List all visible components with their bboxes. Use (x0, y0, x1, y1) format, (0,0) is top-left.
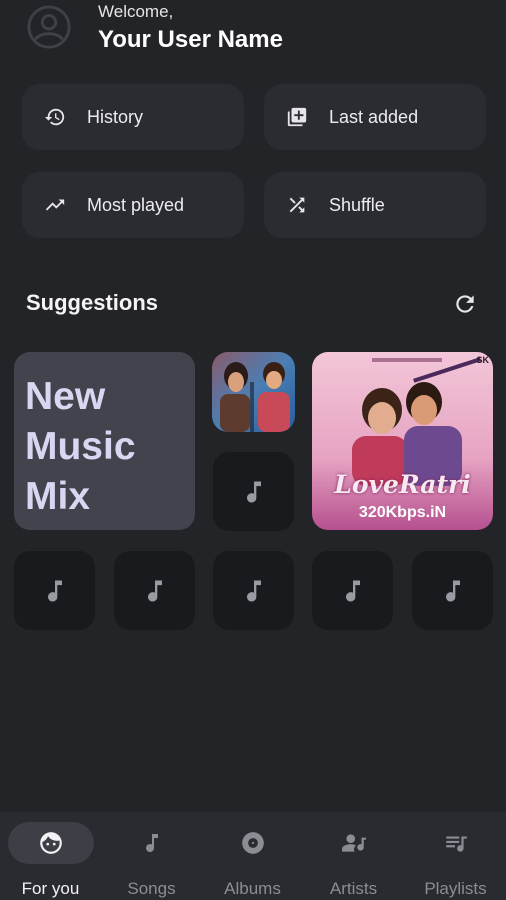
music-note-icon (445, 580, 460, 602)
nav-label-playlists: Playlists (424, 879, 487, 898)
album-art-1[interactable] (212, 352, 295, 432)
music-note-icon (246, 481, 261, 503)
nav-songs[interactable]: Songs (101, 812, 202, 900)
song-tile[interactable] (114, 551, 195, 630)
face-icon (7, 822, 94, 864)
music-note-icon (246, 580, 261, 602)
shuffle-button[interactable]: Shuffle (264, 172, 486, 238)
account-circle-icon[interactable] (26, 4, 72, 50)
last-added-label: Last added (329, 106, 419, 127)
album-art-2[interactable]: LoveRatri 320Kbps.iN SK (312, 352, 493, 530)
nav-label-artists: Artists (329, 879, 378, 898)
nav-albums[interactable]: Albums (202, 812, 303, 900)
nav-label-songs: Songs (127, 879, 176, 898)
album-title-text: LoveRatri (334, 470, 471, 499)
suggestions-title: Suggestions (26, 290, 159, 315)
new-music-mix-card[interactable]: New Music Mix (14, 352, 195, 530)
most-played-label: Most played (87, 194, 185, 215)
music-note-icon (147, 580, 162, 602)
refresh-icon[interactable] (451, 290, 479, 318)
music-note-icon (47, 580, 62, 602)
song-tile[interactable] (412, 551, 493, 630)
nav-label-for-you: For you (21, 879, 80, 898)
most-played-button[interactable]: Most played (22, 172, 244, 238)
song-tile[interactable] (312, 551, 393, 630)
nav-playlists[interactable]: Playlists (405, 812, 506, 900)
playlist-icon (413, 822, 499, 864)
library-add-icon (285, 105, 309, 129)
music-note-icon (345, 580, 360, 602)
song-tile[interactable] (14, 551, 95, 630)
history-label: History (87, 106, 144, 127)
artist-icon (311, 822, 397, 864)
bottom-nav: For you Songs Albums Artists Playlists (0, 812, 506, 900)
shuffle-label: Shuffle (329, 194, 385, 215)
history-icon (43, 105, 67, 129)
welcome-text: Welcome, (98, 2, 174, 21)
shuffle-icon (285, 193, 309, 217)
username[interactable]: Your User Name (98, 26, 283, 54)
song-tile[interactable] (213, 452, 294, 531)
song-tile[interactable] (213, 551, 294, 630)
last-added-button[interactable]: Last added (264, 84, 486, 150)
nav-for-you[interactable]: For you (0, 812, 101, 900)
header: Welcome, Your User Name (0, 0, 506, 70)
album-tag-text: SK (476, 355, 489, 365)
album-watermark-text: 320Kbps.iN (358, 504, 447, 521)
nav-label-albums: Albums (224, 879, 281, 898)
history-button[interactable]: History (22, 84, 244, 150)
trending-up-icon (43, 193, 67, 217)
music-note-icon (109, 822, 195, 864)
nav-artists[interactable]: Artists (303, 812, 404, 900)
album-icon (210, 822, 296, 864)
mix-card-title: New Music Mix (25, 375, 136, 518)
